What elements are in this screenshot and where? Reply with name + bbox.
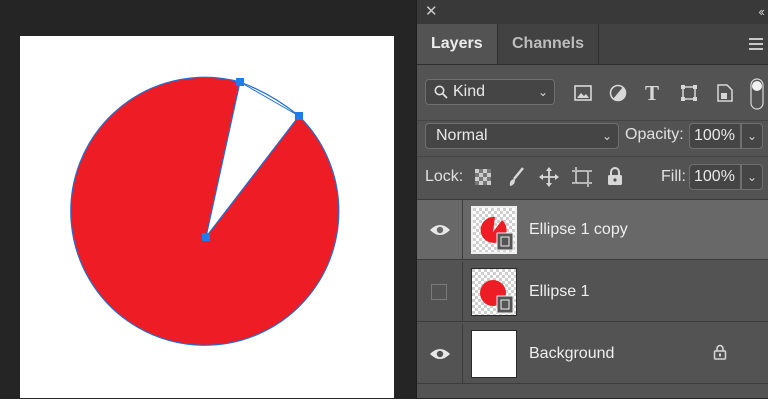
chevron-down-icon: ⌄ (746, 170, 757, 184)
shape-filter-icon[interactable] (680, 84, 698, 102)
layers-panel: ✕ ‹‹ Layers Channels Kind ⌄ T Normal ⌄ O… (416, 0, 768, 398)
panel-tabs: Layers Channels (417, 24, 768, 65)
tab-channels[interactable]: Channels (497, 24, 600, 64)
layer-row-ellipse-1[interactable]: Ellipse 1 (417, 262, 768, 322)
blend-row: Normal ⌄ Opacity: 100% ⌄ (417, 121, 768, 155)
anchor-point-center[interactable] (202, 233, 210, 241)
double-chevron-icon[interactable]: ‹‹ (758, 3, 765, 21)
lock-image-pixels-icon[interactable] (507, 167, 525, 187)
image-filter-icon[interactable] (574, 85, 592, 101)
filter-row: Kind ⌄ T (417, 66, 768, 121)
layer-thumbnail[interactable] (471, 268, 517, 316)
panel-header-strip: ✕ ‹‹ (417, 0, 768, 24)
layer-name[interactable]: Ellipse 1 copy (529, 218, 628, 242)
layer-row-ellipse-1-copy[interactable]: Ellipse 1 copy (417, 200, 768, 260)
fill-input[interactable]: 100% (689, 164, 741, 190)
lock-position-icon[interactable] (539, 167, 559, 187)
visibility-toggle[interactable] (417, 324, 463, 384)
filter-toggle-icon[interactable] (750, 78, 764, 110)
lock-artboard-icon[interactable] (572, 167, 592, 187)
filter-kind-select[interactable]: Kind ⌄ (425, 79, 555, 105)
blend-mode-select[interactable]: Normal ⌄ (425, 123, 619, 149)
opacity-input[interactable]: 100% (689, 123, 741, 149)
search-icon (434, 85, 448, 99)
layer-name[interactable]: Background (529, 342, 614, 366)
lock-all-icon[interactable] (607, 167, 623, 186)
fill-dropdown[interactable]: ⌄ (741, 164, 763, 190)
opacity-dropdown[interactable]: ⌄ (741, 123, 763, 149)
shape-thumbnail (473, 208, 515, 252)
lock-row: Lock: Fill: 100% ⌄ (417, 156, 768, 199)
layer-thumbnail[interactable] (471, 206, 517, 254)
shape-thumbnail (472, 269, 516, 315)
document-canvas-area[interactable] (0, 0, 416, 398)
type-filter-icon[interactable]: T (645, 81, 659, 106)
fill-value: 100% (694, 168, 735, 185)
canvas-artwork (70, 76, 340, 346)
fill-label: Fill: (661, 168, 686, 185)
chevron-down-icon: ⌄ (537, 85, 548, 99)
visibility-toggle[interactable] (417, 200, 463, 260)
anchor-point-top[interactable] (236, 78, 244, 86)
layer-thumbnail[interactable] (471, 330, 517, 378)
chevron-down-icon: ⌄ (601, 129, 612, 143)
lock-transparent-pixels-icon[interactable] (475, 169, 491, 185)
eye-icon (430, 349, 450, 359)
tab-layers[interactable]: Layers (417, 24, 497, 64)
opacity-value: 100% (694, 127, 735, 144)
opacity-label: Opacity: (625, 126, 684, 143)
adjustment-filter-icon[interactable] (609, 84, 627, 102)
hidden-visibility-box (431, 284, 447, 300)
layers-list: Ellipse 1 copy Ellipse 1 Background (417, 199, 768, 399)
blend-mode-value: Normal (436, 127, 488, 144)
smart-object-filter-icon[interactable] (717, 84, 733, 102)
lock-icon[interactable] (713, 344, 727, 360)
eye-icon (430, 225, 450, 235)
layer-name[interactable]: Ellipse 1 (529, 280, 589, 304)
visibility-toggle[interactable] (417, 262, 463, 322)
layer-row-background[interactable]: Background (417, 324, 768, 384)
hamburger-menu-icon[interactable] (749, 38, 763, 53)
anchor-point-right[interactable] (295, 112, 303, 120)
chevron-down-icon: ⌄ (746, 129, 757, 143)
close-icon[interactable]: ✕ (425, 3, 438, 21)
lock-label: Lock: (425, 168, 464, 185)
filter-kind-label: Kind (453, 83, 486, 100)
